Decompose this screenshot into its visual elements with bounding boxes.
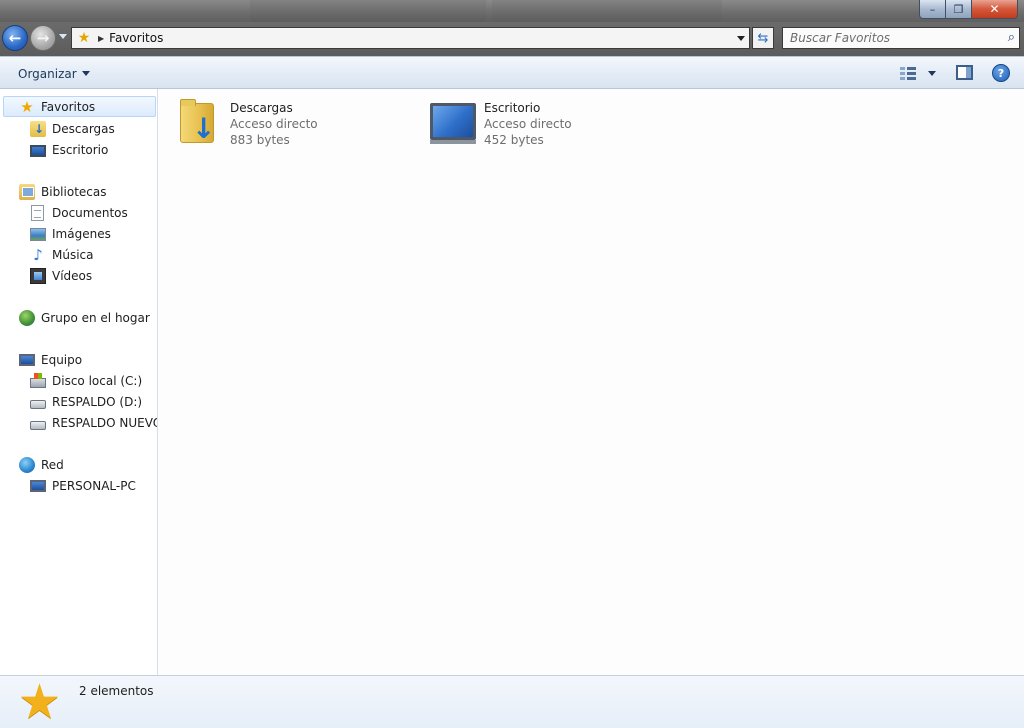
recent-pages-dropdown[interactable]: [59, 34, 67, 39]
sidebar-item-network[interactable]: Red: [19, 454, 64, 475]
sidebar-item-videos[interactable]: Vídeos: [30, 265, 92, 286]
back-arrow-icon: ←: [8, 29, 22, 47]
forward-arrow-icon: →: [36, 29, 50, 47]
downloads-folder-icon: ↓: [176, 95, 224, 143]
sidebar-item-label: RESPALDO (D:): [52, 394, 143, 409]
change-view-button[interactable]: [900, 63, 940, 83]
network-icon: [19, 456, 35, 473]
sidebar-item-label: Favoritos: [41, 99, 96, 114]
sidebar-item-libraries[interactable]: Bibliotecas: [19, 181, 106, 202]
background-taskbar-tab: [492, 0, 722, 22]
maximize-button[interactable]: ❐: [946, 0, 972, 19]
list-item[interactable]: Escritorio Acceso directo 452 bytes: [430, 95, 670, 153]
libraries-icon: [19, 183, 35, 200]
close-button[interactable]: ✕: [972, 0, 1018, 19]
sidebar-item-desktop[interactable]: Escritorio: [30, 139, 108, 160]
sidebar-item-personal-pc[interactable]: PERSONAL-PC: [30, 475, 136, 496]
back-button[interactable]: ←: [2, 25, 28, 51]
item-count: 2 elementos: [79, 684, 154, 698]
sidebar-item-downloads[interactable]: Descargas: [30, 118, 115, 139]
views-dropdown-chevron-icon[interactable]: [928, 70, 936, 76]
views-icon: [900, 66, 916, 80]
organize-label: Organizar: [18, 66, 77, 81]
local-disk-icon: [30, 373, 46, 388]
navigation-bar: ← → ★ ▶ Favoritos ⇆ ⌕: [0, 22, 1024, 56]
command-bar: Organizar ?: [0, 56, 1024, 89]
search-box[interactable]: ⌕: [782, 27, 1020, 49]
sidebar-item-pictures[interactable]: Imágenes: [30, 223, 111, 244]
details-pane: ★ 2 elementos: [0, 675, 1024, 728]
sidebar-item-drive-c[interactable]: Disco local (C:): [30, 370, 142, 391]
item-type: Acceso directo: [230, 117, 318, 131]
search-icon[interactable]: ⌕: [1008, 30, 1015, 45]
organize-menu-button[interactable]: Organizar: [12, 64, 96, 83]
address-history-dropdown[interactable]: [737, 36, 745, 41]
item-size: 452 bytes: [484, 133, 544, 147]
sidebar-item-label: Red: [41, 457, 64, 472]
chevron-down-icon: [81, 71, 90, 76]
sidebar-item-label: Equipo: [41, 352, 83, 367]
sidebar-item-label: Bibliotecas: [41, 184, 107, 199]
address-bar[interactable]: ★ ▶ Favoritos: [71, 27, 750, 49]
background-taskbar-tab: [250, 0, 486, 22]
sidebar-item-label: RESPALDO NUEVO (: [52, 415, 158, 430]
sidebar-item-label: Descargas: [52, 121, 115, 136]
documents-icon: [31, 204, 44, 221]
item-type: Acceso directo: [484, 117, 572, 131]
window-controls: – ❐ ✕: [919, 0, 1018, 19]
search-input[interactable]: [783, 28, 995, 48]
favorites-star-icon: ★: [77, 30, 91, 46]
sidebar-item-label: Grupo en el hogar: [41, 310, 150, 325]
help-button[interactable]: ?: [992, 64, 1010, 82]
sidebar-item-drive-respaldo-nuevo[interactable]: RESPALDO NUEVO (: [30, 412, 158, 433]
desktop-icon: [30, 144, 46, 157]
sidebar-item-label: Vídeos: [52, 268, 93, 283]
item-name: Descargas: [230, 101, 293, 115]
favorites-star-icon: ★: [20, 97, 34, 116]
computer-icon: [30, 480, 46, 492]
videos-icon: [30, 267, 46, 284]
sidebar-item-music[interactable]: ♪ Música: [30, 244, 94, 265]
sidebar-item-label: Disco local (C:): [52, 373, 143, 388]
item-size: 883 bytes: [230, 133, 290, 147]
item-name: Escritorio: [484, 101, 541, 115]
preview-pane-button[interactable]: [956, 65, 973, 80]
sidebar-item-label: Imágenes: [52, 226, 111, 241]
drive-icon: [30, 400, 46, 409]
sidebar-item-homegroup[interactable]: Grupo en el hogar: [19, 307, 150, 328]
sidebar-item-favorites[interactable]: ★ Favoritos: [3, 96, 156, 117]
desktop-icon: [430, 95, 478, 144]
file-list: ↓ Descargas Acceso directo 883 bytes Esc…: [159, 89, 1024, 675]
minimize-button[interactable]: –: [919, 0, 946, 19]
navigation-pane: ★ Favoritos Descargas Escritorio Bibliot…: [0, 89, 158, 675]
music-icon: ♪: [33, 245, 43, 264]
sidebar-item-computer[interactable]: Equipo: [19, 349, 82, 370]
favorites-star-icon: ★: [18, 674, 62, 728]
computer-icon: [19, 354, 35, 366]
breadcrumb-favorites[interactable]: Favoritos: [109, 31, 163, 45]
sidebar-item-drive-d[interactable]: RESPALDO (D:): [30, 391, 142, 412]
sidebar-item-label: Documentos: [52, 205, 128, 220]
drive-icon: [30, 421, 46, 430]
refresh-button[interactable]: ⇆: [752, 27, 774, 49]
homegroup-icon: [19, 309, 35, 326]
pictures-icon: [30, 228, 46, 241]
sidebar-item-label: Música: [52, 247, 94, 262]
downloads-folder-icon: [30, 120, 46, 137]
sidebar-item-documents[interactable]: Documentos: [30, 202, 128, 223]
forward-button[interactable]: →: [30, 25, 56, 51]
sidebar-item-label: Escritorio: [52, 142, 109, 157]
refresh-icon: ⇆: [757, 30, 769, 46]
sidebar-item-label: PERSONAL-PC: [52, 478, 136, 493]
breadcrumb-chevron-icon[interactable]: ▶: [98, 34, 104, 43]
list-item[interactable]: ↓ Descargas Acceso directo 883 bytes: [176, 95, 416, 153]
title-bar: – ❐ ✕: [0, 0, 1024, 22]
